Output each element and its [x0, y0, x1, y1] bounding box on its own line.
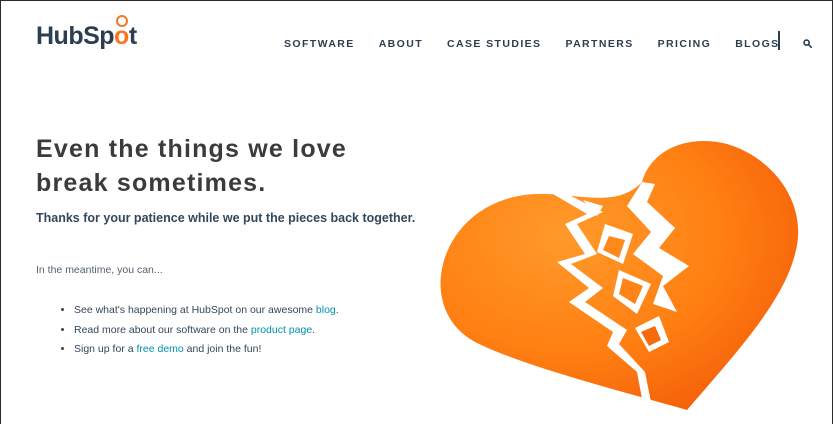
nav-item-about[interactable]: ABOUT	[379, 38, 423, 50]
product-page-link[interactable]: product page	[251, 324, 312, 336]
nav-divider	[778, 31, 780, 50]
site-header: HubSp o t SOFTWARE ABOUT CASE STUDIES PART…	[1, 1, 832, 71]
meantime-text: In the meantime, you can...	[36, 264, 163, 276]
free-demo-link[interactable]: free demo	[136, 343, 183, 355]
main-nav: SOFTWARE ABOUT CASE STUDIES PARTNERS PRI…	[284, 38, 780, 50]
broken-heart-illustration	[440, 141, 799, 411]
nav-item-blogs[interactable]: BLOGS	[735, 38, 779, 50]
logo-text-prefix: HubSp	[36, 22, 115, 50]
sprocket-icon: o	[114, 15, 129, 49]
hubspot-logo[interactable]: HubSp o t	[36, 15, 137, 50]
nav-item-software[interactable]: SOFTWARE	[284, 38, 355, 50]
page-subheading: Thanks for your patience while we put th…	[36, 211, 416, 225]
list-item: Read more about our software on the prod…	[74, 321, 339, 341]
nav-item-case-studies[interactable]: CASE STUDIES	[447, 38, 541, 50]
page-headline: Even the things we love break sometimes.	[36, 132, 416, 200]
search-icon[interactable]	[803, 39, 812, 48]
logo-text-suffix: t	[128, 22, 137, 50]
list-item: Sign up for a free demo and join the fun…	[74, 340, 339, 360]
headline-line-2: break sometimes.	[36, 169, 267, 197]
nav-item-partners[interactable]: PARTNERS	[565, 38, 633, 50]
nav-item-pricing[interactable]: PRICING	[658, 38, 712, 50]
suggestion-list: See what's happening at HubSpot on our a…	[36, 301, 339, 360]
blog-link[interactable]: blog	[316, 304, 336, 316]
page-frame: HubSp o t SOFTWARE ABOUT CASE STUDIES PART…	[0, 0, 833, 424]
list-item: See what's happening at HubSpot on our a…	[74, 301, 339, 321]
headline-line-1: Even the things we love	[36, 135, 347, 163]
